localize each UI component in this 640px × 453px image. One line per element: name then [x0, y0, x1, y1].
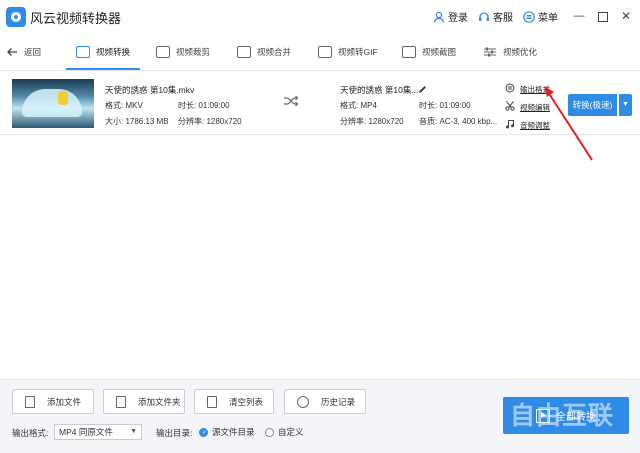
target-file-name: 天使的誘惑 第10集... — [340, 85, 419, 95]
output-format-select[interactable]: MP4 同原文件 ▼ — [54, 424, 142, 440]
back-label: 返回 — [24, 47, 42, 57]
back-button[interactable]: 返回 — [6, 36, 41, 68]
target-format: 格式: MP4 — [340, 101, 377, 110]
source-resolution: 分辨率: 1280x720 — [178, 117, 242, 126]
clock-icon — [297, 395, 309, 408]
target-audio: 音质: AC-3, 400 kbp... — [419, 117, 498, 126]
chevron-down-icon: ▼ — [130, 428, 137, 435]
output-format-label: 输出格式: — [12, 428, 49, 438]
output-format-icon — [505, 83, 515, 93]
radio-unchecked-icon — [265, 427, 274, 437]
add-file-button[interactable]: 添加文件 — [12, 389, 94, 414]
add-folder-icon — [116, 395, 126, 408]
annotation-arrow — [544, 86, 593, 161]
audio-note-icon — [506, 120, 514, 129]
radio-checked-icon: ✓ — [199, 427, 208, 437]
tab-label: 视频优化 — [503, 47, 538, 57]
tab-video-gif[interactable]: 视频转GIF — [318, 36, 378, 68]
video-crop-icon — [156, 46, 170, 58]
add-file-icon — [25, 395, 35, 408]
maximize-icon[interactable] — [597, 10, 609, 22]
watermark: 自由互联 — [510, 401, 615, 430]
tab-label: 视频合并 — [257, 47, 292, 57]
tab-video-crop[interactable]: 视频裁剪 — [156, 36, 210, 68]
menu-label: 菜单 — [538, 13, 558, 24]
tab-label: 视频截图 — [422, 47, 457, 57]
headset-icon — [479, 11, 489, 21]
video-merge-icon — [237, 46, 251, 58]
login-label: 登录 — [448, 13, 468, 24]
video-thumbnail — [12, 79, 94, 128]
screenshot-icon — [402, 46, 416, 58]
service-button[interactable]: 客服 — [478, 9, 513, 24]
menu-button[interactable]: 菜单 — [523, 9, 558, 24]
user-icon — [433, 11, 445, 23]
minimize-icon[interactable]: — — [573, 10, 585, 22]
source-format: 格式: MKV — [105, 101, 143, 110]
scissors-icon — [505, 101, 515, 111]
target-duration: 时长: 01:09:00 — [419, 101, 471, 110]
source-size: 大小: 1786.13 MB — [105, 117, 169, 126]
chevron-down-icon[interactable]: ▼ — [618, 94, 632, 116]
output-dir-label: 输出目录: — [156, 428, 193, 438]
target-resolution: 分辨率: 1280x720 — [340, 117, 404, 126]
service-label: 客服 — [493, 13, 513, 24]
menu-icon — [523, 10, 535, 23]
edit-pencil-icon[interactable] — [418, 85, 427, 94]
video-convert-icon — [76, 46, 90, 58]
optimize-icon — [483, 46, 497, 58]
tab-label: 视频转换 — [96, 47, 131, 57]
tab-video-optimize[interactable]: 视频优化 — [483, 36, 537, 68]
shuffle-icon — [284, 95, 299, 107]
tab-label: 视频转GIF — [338, 47, 378, 57]
gif-icon — [318, 46, 332, 58]
close-icon[interactable]: ✕ — [620, 10, 632, 22]
source-duration: 时长: 01:09:00 — [178, 101, 230, 110]
history-button[interactable]: 历史记录 — [284, 389, 366, 414]
app-logo-icon — [6, 7, 26, 27]
dir-source-radio[interactable]: ✓ 源文件目录 — [199, 426, 255, 438]
clear-list-button[interactable]: 清空列表 — [194, 389, 274, 414]
trash-icon — [207, 395, 217, 408]
add-folder-button[interactable]: 添加文件夹 — [103, 389, 185, 414]
source-file-name: 天使的誘惑 第10集.mkv — [105, 85, 195, 95]
tab-video-merge[interactable]: 视频合并 — [237, 36, 291, 68]
back-arrow-icon — [7, 48, 17, 56]
tab-label: 视频裁剪 — [176, 47, 211, 57]
login-button[interactable]: 登录 — [433, 9, 468, 24]
tab-video-screenshot[interactable]: 视频截图 — [402, 36, 456, 68]
tab-video-convert[interactable]: 视频转换 — [66, 36, 141, 70]
app-title: 风云视频转换器 — [30, 11, 122, 26]
dir-custom-radio[interactable]: 自定义 — [265, 426, 304, 438]
